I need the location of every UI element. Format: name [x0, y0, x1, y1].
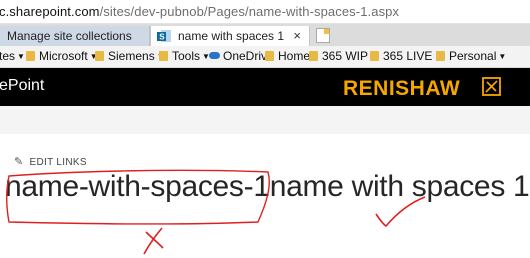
edit-links-button[interactable]: ✎ EDIT LINKS: [14, 155, 87, 168]
folder-icon: [159, 51, 168, 61]
page-title-url-part: name-with-spaces-1: [5, 170, 270, 203]
annotation-cross-icon: [143, 227, 164, 255]
app-name[interactable]: ePoint: [0, 77, 44, 95]
favorite-siemens[interactable]: Siemens▼: [95, 49, 165, 63]
favorite-label: Siemens: [108, 49, 155, 63]
folder-icon: [265, 51, 274, 61]
page-title: name-with-spaces-1name with spaces 1: [5, 170, 530, 204]
address-bar[interactable]: c.sharepoint.com/sites/dev-pubnob/Pages/…: [0, 0, 530, 24]
folder-icon: [436, 51, 445, 61]
favorite-home[interactable]: Home: [265, 49, 310, 63]
favorite-label: tes: [0, 49, 16, 63]
favorite-label: 365 LIVE: [383, 49, 433, 63]
tab-manage-site-collections[interactable]: Manage site collections: [0, 26, 150, 46]
favorite-tools[interactable]: Tools ▼: [159, 49, 210, 63]
page-title-text-part: name with spaces 1: [269, 170, 530, 203]
favorite-365-live[interactable]: 365 LIVE▼: [370, 49, 442, 63]
svg-text:RENISHAW: RENISHAW: [343, 77, 460, 99]
folder-icon: [370, 51, 379, 61]
address-host: c.sharepoint.com: [0, 4, 100, 19]
favorite-label: Microsoft: [39, 49, 88, 63]
renishaw-logo[interactable]: RENISHAW: [343, 75, 503, 99]
chevron-down-icon: ▼: [17, 52, 25, 61]
folder-icon: [26, 51, 35, 61]
page-header-band: [0, 106, 530, 134]
favorites-bar: tes▼ Microsoft▼ Siemens▼ Tools▼ OneDrive…: [0, 46, 530, 68]
favorite-label: 365 WIP: [322, 49, 369, 63]
chevron-down-icon: ▼: [498, 52, 507, 61]
edit-links-label: EDIT LINKS: [29, 157, 87, 168]
favorite-onedrive[interactable]: OneDrive: [209, 49, 274, 63]
close-tab-icon[interactable]: ×: [293, 28, 301, 43]
favorite-365-wip[interactable]: 365 WIP▼: [309, 49, 378, 63]
sharepoint-icon: S: [157, 30, 171, 42]
pencil-icon: ✎: [14, 156, 24, 168]
folder-icon: [309, 51, 318, 61]
onedrive-icon: [209, 52, 220, 59]
address-path: /sites/dev-pubnob/Pages/name-with-spaces…: [99, 4, 400, 19]
tab-label: Manage site collections: [7, 29, 132, 43]
tab-label: name with spaces 1: [178, 29, 285, 43]
favorite-label: Home: [278, 49, 311, 63]
address-url[interactable]: c.sharepoint.com/sites/dev-pubnob/Pages/…: [0, 4, 399, 19]
favorite-tes[interactable]: tes ▼: [0, 49, 25, 63]
tab-strip: Manage site collections S name with spac…: [0, 24, 530, 46]
favorite-label: Personal: [449, 49, 497, 63]
svg-text:S: S: [159, 33, 165, 42]
favorite-personal[interactable]: Personal ▼: [436, 49, 506, 63]
new-tab-button[interactable]: [316, 28, 330, 43]
favorite-microsoft[interactable]: Microsoft ▼: [26, 49, 98, 63]
folder-icon: [95, 51, 104, 61]
suite-bar: ePoint RENISHAW: [0, 68, 530, 106]
browser-window: c.sharepoint.com/sites/dev-pubnob/Pages/…: [0, 0, 530, 258]
tab-name-with-spaces[interactable]: S name with spaces 1 ×: [150, 26, 310, 46]
favorite-label: Tools: [172, 49, 201, 63]
